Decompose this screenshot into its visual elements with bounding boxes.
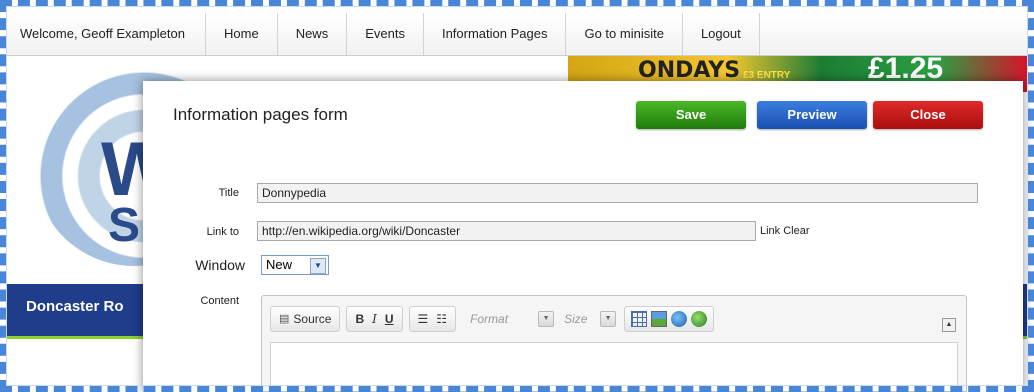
editor-content-area[interactable] xyxy=(270,342,958,391)
numbered-list-icon[interactable]: ☰ xyxy=(414,309,433,329)
format-combo-label: Format xyxy=(470,312,509,326)
toolbar-group-style: B I U xyxy=(346,306,403,332)
close-button[interactable]: Close xyxy=(873,101,983,129)
bold-button[interactable]: B xyxy=(351,309,368,329)
title-input[interactable]: Donnypedia xyxy=(257,183,978,203)
unlink-globe-icon[interactable] xyxy=(691,311,708,327)
preview-button[interactable]: Preview xyxy=(757,101,867,129)
toolbar-group-source: ▤ Source xyxy=(270,306,341,332)
rich-text-editor: ▤ Source B I U ☰ ☷ Format ▼ Size ▼ ▲ xyxy=(261,295,967,392)
welcome-text: Welcome, Geoff Exampleton xyxy=(6,13,206,55)
underline-button[interactable]: U xyxy=(381,309,398,329)
link-globe-icon[interactable] xyxy=(671,311,688,327)
banner-mondays: ONDAYS xyxy=(638,58,741,83)
window-select[interactable]: New ▼ xyxy=(261,255,329,275)
table-icon[interactable] xyxy=(631,311,648,327)
collapse-toolbar-icon[interactable]: ▲ xyxy=(942,318,956,332)
size-combo-label: Size xyxy=(564,312,588,326)
link-to-input[interactable]: http://en.wikipedia.org/wiki/Doncaster xyxy=(257,221,756,241)
format-combo[interactable]: Format ▼ xyxy=(464,309,555,329)
link-clear-link[interactable]: Link Clear xyxy=(760,225,810,237)
bulleted-list-icon[interactable]: ☷ xyxy=(432,309,451,329)
banner-entry: £3 ENTRY xyxy=(743,70,791,81)
toolbar-group-lists: ☰ ☷ xyxy=(408,306,457,332)
image-icon[interactable] xyxy=(651,311,668,327)
window-select-value: New xyxy=(266,257,293,272)
title-label: Title xyxy=(218,187,239,199)
modal-title: Information pages form xyxy=(173,105,348,124)
content-label: Content xyxy=(200,295,239,307)
source-button[interactable]: ▤ Source xyxy=(275,309,335,329)
nav-events[interactable]: Events xyxy=(347,13,424,55)
nav-logout[interactable]: Logout xyxy=(683,13,760,55)
nav-news[interactable]: News xyxy=(278,13,348,55)
link-to-label: Link to xyxy=(206,226,239,238)
italic-button[interactable]: I xyxy=(368,309,381,329)
source-label: Source xyxy=(293,312,332,326)
save-button[interactable]: Save xyxy=(636,101,746,129)
top-navigation: Welcome, Geoff Exampleton Home News Even… xyxy=(6,13,1028,56)
source-icon: ▤ xyxy=(279,313,290,325)
editor-toolbar: ▤ Source B I U ☰ ☷ Format ▼ Size ▼ xyxy=(270,306,720,332)
chevron-down-icon: ▼ xyxy=(310,258,326,274)
chevron-down-icon: ▼ xyxy=(538,311,555,327)
size-combo[interactable]: Size ▼ xyxy=(558,309,617,329)
window-label: Window xyxy=(195,257,245,273)
site-title-text: Doncaster Ro xyxy=(26,298,124,315)
toolbar-group-insert xyxy=(624,306,715,332)
information-pages-modal: Information pages form Save Preview Clos… xyxy=(143,81,1023,392)
nav-information-pages[interactable]: Information Pages xyxy=(424,13,567,55)
nav-home[interactable]: Home xyxy=(206,13,278,55)
nav-go-to-minisite[interactable]: Go to minisite xyxy=(566,13,683,55)
chevron-down-icon: ▼ xyxy=(600,311,617,327)
